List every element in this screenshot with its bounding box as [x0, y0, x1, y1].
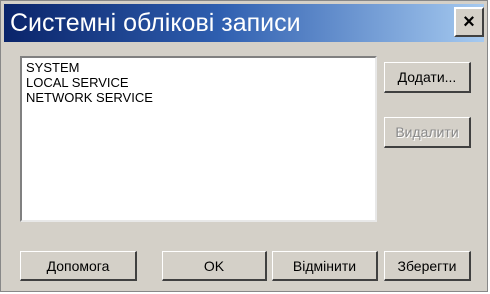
- list-item-system[interactable]: SYSTEM: [26, 60, 371, 75]
- title-bar: Системні облікові записи ×: [4, 4, 484, 42]
- close-button[interactable]: ×: [454, 7, 484, 37]
- ok-button[interactable]: OK: [162, 251, 267, 281]
- save-button[interactable]: Зберегти: [384, 251, 471, 281]
- accounts-list[interactable]: SYSTEM LOCAL SERVICE NETWORK SERVICE: [20, 56, 377, 222]
- list-item-network-service[interactable]: NETWORK SERVICE: [26, 90, 371, 105]
- remove-button[interactable]: Видалити: [384, 117, 471, 148]
- window-title: Системні облікові записи: [10, 9, 301, 37]
- add-button[interactable]: Додати...: [384, 62, 471, 93]
- cancel-button[interactable]: Відмінити: [272, 251, 378, 281]
- close-icon: ×: [463, 10, 475, 33]
- list-item-local-service[interactable]: LOCAL SERVICE: [26, 75, 371, 90]
- help-button[interactable]: Допомога: [20, 251, 137, 281]
- system-accounts-dialog: Системні облікові записи × SYSTEM LOCAL …: [0, 0, 488, 292]
